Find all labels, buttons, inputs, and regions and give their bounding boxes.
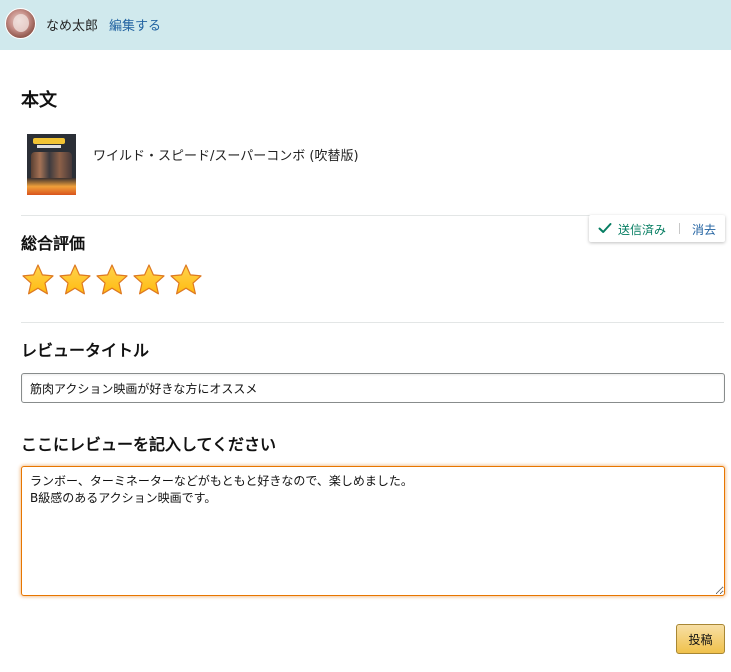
product-name: ワイルド・スピード/スーパーコンボ (吹替版) [93,149,359,164]
avatar[interactable] [5,8,36,39]
user-name: なめ太郎 [46,19,99,34]
thumbnail-cast [31,152,72,180]
star-icon[interactable] [169,263,203,297]
section-title: 本文 [21,90,57,111]
product-thumbnail [27,134,76,195]
review-title-heading: レビュータイトル [21,341,150,360]
edit-profile-link[interactable]: 編集する [109,15,161,34]
thumbnail-logo [33,138,65,144]
divider [21,322,724,323]
review-title-input[interactable] [21,373,725,403]
star-icon[interactable] [58,263,92,297]
star-icon[interactable] [132,263,166,297]
rating-heading: 総合評価 [21,234,86,253]
status-separator [679,223,680,234]
thumbnail-subtitle [37,145,61,148]
thumbnail-explosion [27,178,76,195]
top-bar: なめ太郎 編集する [0,0,731,50]
review-body-heading: ここにレビューを記入してください [21,435,277,454]
star-rating[interactable] [21,263,206,299]
rating-status-box: 送信済み 消去 [589,215,725,242]
sent-status-label: 送信済み [618,223,667,237]
submit-button[interactable]: 投稿 [676,624,725,654]
star-icon[interactable] [21,263,55,297]
avatar-face [13,14,29,32]
clear-rating-link[interactable]: 消去 [692,221,716,238]
star-icon[interactable] [95,263,129,297]
check-icon [598,223,612,233]
review-body-textarea[interactable]: ランボー、ターミネーターなどがもともと好きなので、楽しめました。 B級感のあるア… [21,466,725,596]
